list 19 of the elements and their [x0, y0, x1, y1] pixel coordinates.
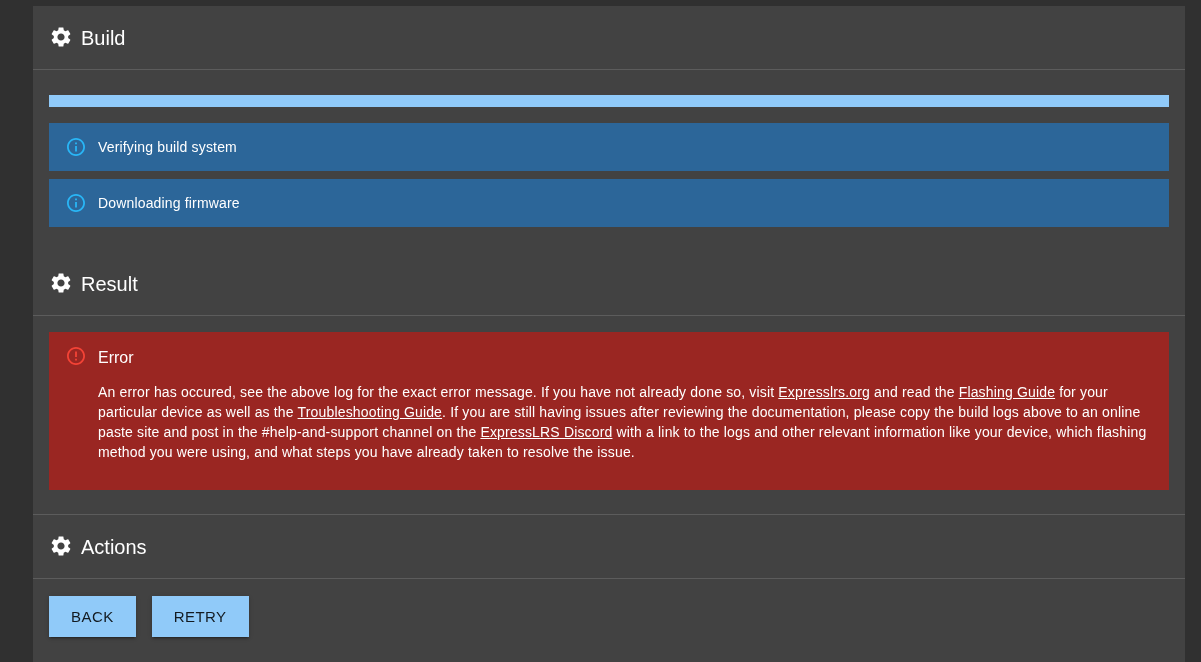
section-title: Build — [81, 25, 126, 51]
section-title: Actions — [81, 534, 147, 560]
log-message: Downloading firmware — [98, 195, 240, 211]
info-icon — [67, 194, 85, 212]
gear-icon — [51, 536, 71, 556]
link[interactable]: Expresslrs.org — [778, 384, 871, 400]
section-title: Result — [81, 271, 138, 297]
gear-icon — [51, 273, 71, 293]
error-icon — [67, 347, 85, 365]
alert-title: Error — [98, 349, 134, 366]
link[interactable]: ExpressLRS Discord — [480, 424, 613, 440]
link[interactable]: Troubleshooting Guide — [297, 404, 443, 420]
action-button[interactable]: RETRY — [151, 596, 249, 637]
log-message: Verifying build system — [98, 139, 237, 155]
error-message: An error has occured, see the above log for the exact error message. If you have not already done so, visit Expresslrs.org and read the Flashing Guide for your particular device as well as the Troubleshooting Guide. If you are still having issues after reviewing the documentation, please copy the build logs above to an online paste site and post in the #help-and-support channel on the ExpressLRS Discord with a link to the logs and other relevant information like your device, which flashing method you were using, and what steps you have already taken to resolve the issue. — [98, 383, 1148, 462]
gear-icon — [51, 27, 71, 47]
action-button[interactable]: BACK — [49, 596, 136, 637]
link[interactable]: Flashing Guide — [958, 384, 1056, 400]
info-icon — [67, 138, 85, 156]
